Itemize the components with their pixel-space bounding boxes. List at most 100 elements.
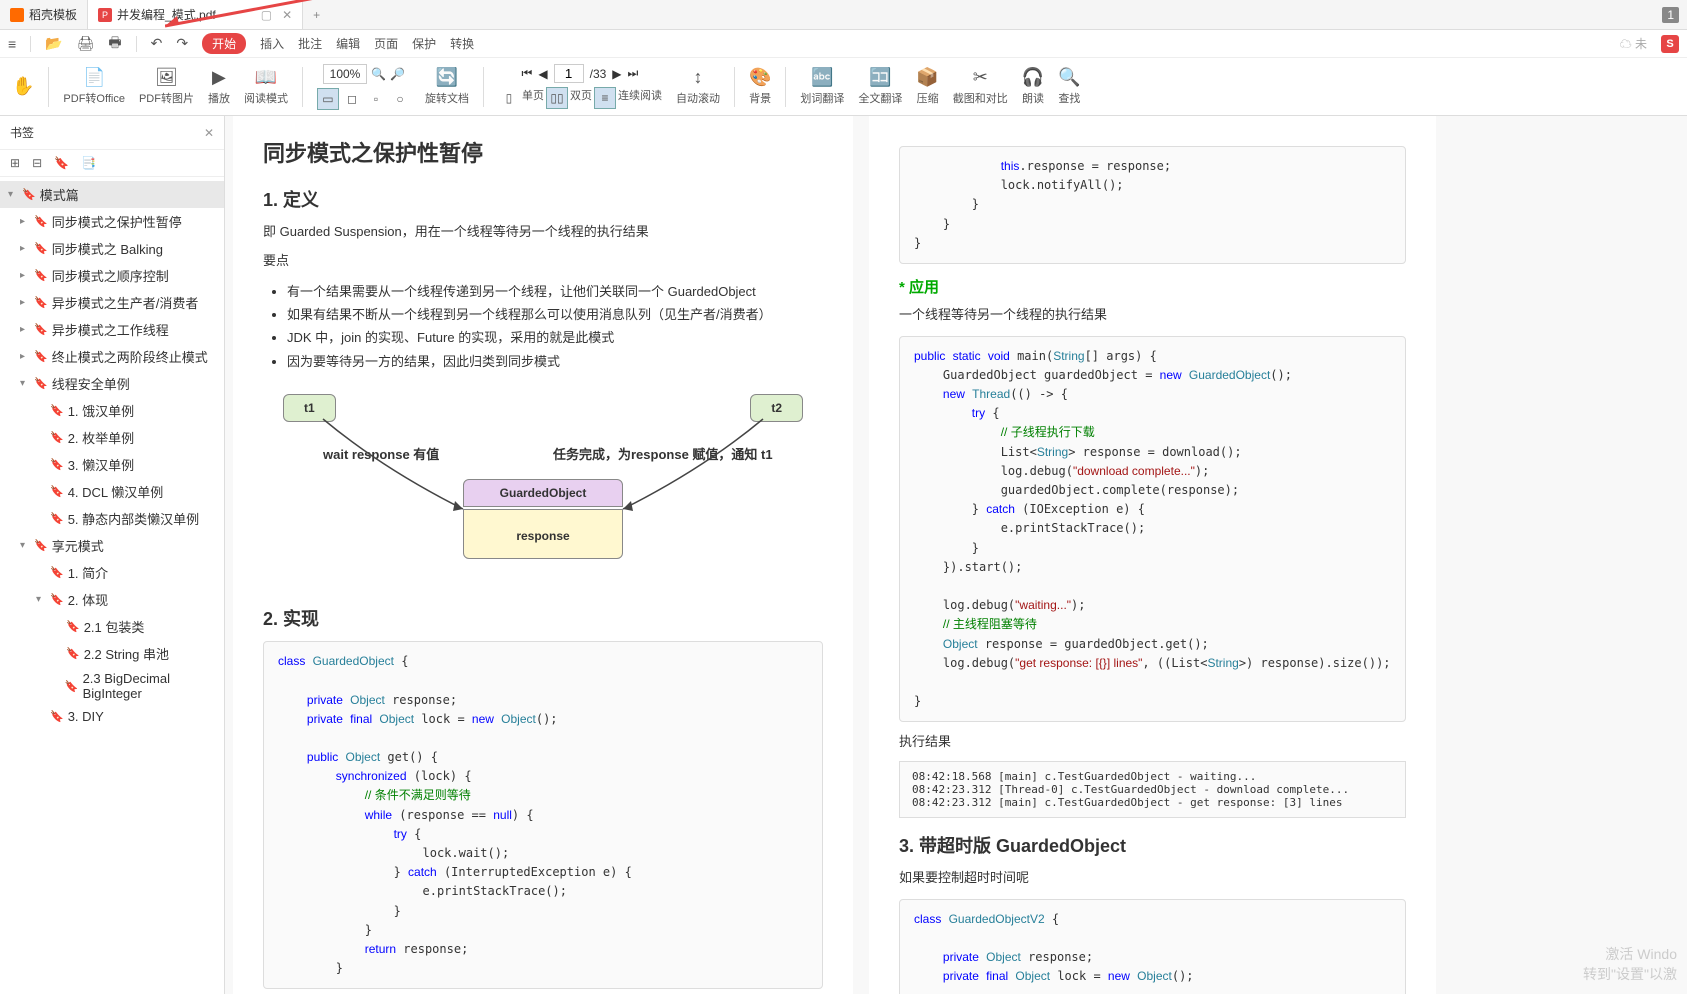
tab-pdf[interactable]: P 并发编程_模式.pdf ▢ ✕	[88, 0, 303, 29]
document-viewport[interactable]: 同步模式之保护性暂停 1. 定义 即 Guarded Suspension，用在…	[225, 116, 1687, 994]
bookmark-item[interactable]: ▾🔖线程安全单例	[0, 370, 224, 397]
prev-page-button[interactable]: ◀	[538, 67, 547, 81]
read-mode-button[interactable]: 📖阅读模式	[240, 67, 292, 106]
bookmark-label: 终止模式之两阶段终止模式	[52, 347, 208, 366]
bookmark-item[interactable]: 🔖3. DIY	[0, 705, 224, 728]
screenshot-button[interactable]: ✂截图和对比	[949, 67, 1012, 106]
bookmark-item[interactable]: ▸🔖异步模式之生产者/消费者	[0, 289, 224, 316]
bookmark-icon: 🔖	[34, 323, 48, 336]
continuous-button[interactable]: ≡	[594, 87, 616, 109]
zoom-select[interactable]: 100%	[323, 64, 368, 84]
bookmark-item[interactable]: ▾🔖2. 体现	[0, 586, 224, 613]
list-item: 如果有结果不断从一个线程到另一个线程那么可以使用消息队列（见生产者/消费者）	[287, 303, 823, 326]
bookmark-item[interactable]: ▾🔖模式篇	[0, 181, 224, 208]
expand-arrow-icon[interactable]: ▸	[20, 270, 30, 281]
batch-tab[interactable]: 批注	[298, 35, 322, 52]
double-page-button[interactable]: ▯▯	[546, 87, 568, 109]
find-button[interactable]: 🔍查找	[1054, 67, 1084, 106]
expand-arrow-icon[interactable]: ▸	[20, 324, 30, 335]
hand-tool[interactable]: ✋	[8, 76, 38, 97]
page-tab[interactable]: 页面	[374, 35, 398, 52]
bookmark-item[interactable]: 🔖4. DCL 懒汉单例	[0, 478, 224, 505]
undo-icon[interactable]: ↶	[151, 35, 163, 52]
bookmark-item[interactable]: ▸🔖同步模式之 Balking	[0, 235, 224, 262]
protect-tab[interactable]: 保护	[412, 35, 436, 52]
fit-page-button[interactable]: ◻	[341, 88, 363, 110]
redo-icon[interactable]: ↷	[176, 35, 188, 52]
add-bookmark-icon[interactable]: ⊞	[10, 156, 20, 170]
para: 一个线程等待另一个线程的执行结果	[899, 305, 1406, 326]
expand-arrow-icon[interactable]: ▾	[8, 189, 18, 200]
full-translate-button[interactable]: 🈁全文翻译	[854, 67, 906, 106]
bookmark-item[interactable]: 🔖1. 简介	[0, 559, 224, 586]
play-button[interactable]: ▶播放	[204, 67, 234, 106]
autoscroll-button[interactable]: ↕自动滚动	[672, 67, 724, 106]
bookmark-item[interactable]: ▸🔖同步模式之保护性暂停	[0, 208, 224, 235]
bookmark-item[interactable]: ▸🔖异步模式之工作线程	[0, 316, 224, 343]
rotate-button[interactable]: 🔄旋转文档	[421, 67, 473, 106]
bookmark-item[interactable]: 🔖2. 枚举单例	[0, 424, 224, 451]
bookmarks-sidebar: 书签 ✕ ⊞ ⊟ 🔖 📑 ▾🔖模式篇▸🔖同步模式之保护性暂停▸🔖同步模式之 Ba…	[0, 116, 225, 994]
start-tab[interactable]: 开始	[202, 33, 246, 54]
expand-arrow-icon[interactable]: ▸	[20, 297, 30, 308]
remove-bookmark-icon[interactable]: ⊟	[32, 156, 42, 170]
tabs-bar: 稻壳模板 P 并发编程_模式.pdf ▢ ✕ + 1	[0, 0, 1687, 30]
fit-width-button[interactable]: ▭	[317, 88, 339, 110]
bookmark-item[interactable]: 🔖2.1 包装类	[0, 613, 224, 640]
bookmark-item[interactable]: 🔖1. 饿汉单例	[0, 397, 224, 424]
bookmark-label: 2.3 BigDecimal BigInteger	[83, 671, 216, 701]
zoom-out-icon[interactable]: 🔍	[371, 67, 386, 81]
save-icon[interactable]: 🖨	[77, 35, 95, 52]
insert-tab[interactable]: 插入	[260, 35, 284, 52]
actual-size-button[interactable]: ▫	[365, 88, 387, 110]
background-button[interactable]: 🎨背景	[745, 67, 775, 106]
bookmark-item[interactable]: ▾🔖享元模式	[0, 532, 224, 559]
menu-icon[interactable]: ≡	[8, 36, 16, 52]
page-input[interactable]	[554, 64, 584, 83]
speak-button[interactable]: 🎧朗读	[1018, 67, 1048, 106]
code-block-3: class GuardedObjectV2 { private Object r…	[899, 899, 1406, 994]
bookmark-item[interactable]: ▸🔖终止模式之两阶段终止模式	[0, 343, 224, 370]
bookmark-outline-icon[interactable]: 📑	[81, 156, 96, 170]
tab-label: 稻壳模板	[29, 6, 77, 23]
bookmark-item[interactable]: 🔖3. 懒汉单例	[0, 451, 224, 478]
bookmark-icon: 🔖	[66, 647, 80, 660]
convert-tab[interactable]: 转换	[450, 35, 474, 52]
new-tab-button[interactable]: +	[303, 8, 330, 22]
bookmark-item[interactable]: 🔖 2.3 BigDecimal BigInteger	[0, 667, 224, 705]
open-icon[interactable]: 📂	[45, 35, 62, 52]
close-icon[interactable]: ✕	[282, 8, 292, 22]
select-translate-button[interactable]: 🔤划词翻译	[796, 67, 848, 106]
first-page-button[interactable]: ⏮	[522, 66, 533, 81]
bookmark-label: 线程安全单例	[52, 374, 130, 393]
wps-logo-icon[interactable]: S	[1661, 35, 1679, 53]
expand-arrow-icon[interactable]: ▸	[20, 243, 30, 254]
single-page-button[interactable]: ▯	[498, 87, 520, 109]
main-area: 书签 ✕ ⊞ ⊟ 🔖 📑 ▾🔖模式篇▸🔖同步模式之保护性暂停▸🔖同步模式之 Ba…	[0, 116, 1687, 994]
expand-arrow-icon[interactable]: ▾	[20, 540, 30, 551]
zoom-in-icon[interactable]: 🔎	[390, 67, 405, 81]
next-page-button[interactable]: ▶	[612, 67, 621, 81]
expand-arrow-icon[interactable]: ▸	[20, 351, 30, 362]
pdf-to-image-button[interactable]: 🖼PDF转图片	[135, 67, 198, 106]
bookmark-icon: 🔖	[65, 680, 79, 693]
edit-tab[interactable]: 编辑	[336, 35, 360, 52]
bookmark-item[interactable]: 🔖2.2 String 串池	[0, 640, 224, 667]
tab-template[interactable]: 稻壳模板	[0, 0, 88, 29]
pdf-to-office-button[interactable]: 📄PDF转Office	[59, 67, 129, 106]
compress-button[interactable]: 📦压缩	[912, 67, 942, 106]
fit-visible-button[interactable]: ○	[389, 88, 411, 110]
bookmark-label: 享元模式	[52, 536, 104, 555]
bookmark-item[interactable]: ▸🔖同步模式之顺序控制	[0, 262, 224, 289]
bookmark-icon[interactable]: 🔖	[54, 156, 69, 170]
expand-arrow-icon[interactable]: ▾	[36, 594, 46, 605]
cloud-icon[interactable]: ☁ 未	[1620, 35, 1647, 52]
expand-arrow-icon[interactable]: ▾	[20, 378, 30, 389]
last-page-button[interactable]: ⏭	[628, 66, 639, 81]
tab-count-badge[interactable]: 1	[1662, 7, 1679, 23]
print-icon[interactable]: 🖶	[108, 32, 121, 56]
restore-icon[interactable]: ▢	[261, 8, 272, 22]
bookmark-item[interactable]: 🔖5. 静态内部类懒汉单例	[0, 505, 224, 532]
sidebar-close-icon[interactable]: ✕	[204, 126, 214, 140]
expand-arrow-icon[interactable]: ▸	[20, 216, 30, 227]
